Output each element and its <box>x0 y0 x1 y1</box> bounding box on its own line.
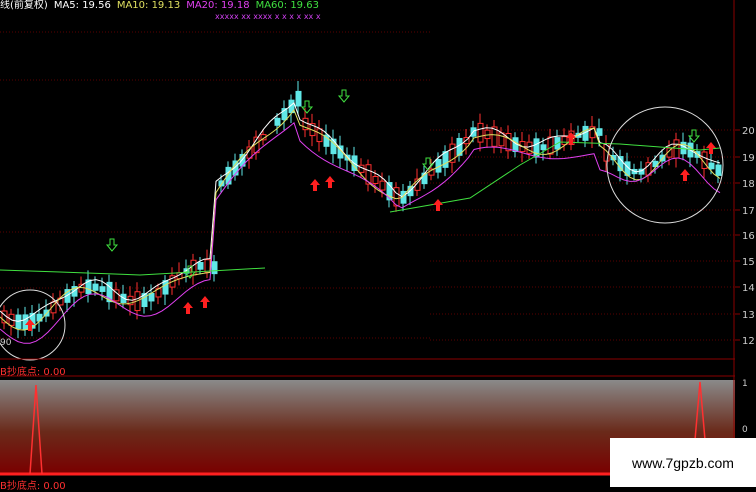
watermark: www.7gpzb.com <box>610 438 756 487</box>
price-tick-label: 15 <box>742 257 755 268</box>
candle-body <box>162 280 169 295</box>
price-tick-label: 14 <box>742 283 755 294</box>
sell-arrow-icon <box>105 238 119 252</box>
candle-body <box>708 162 715 170</box>
price-tick-label: 20 <box>742 126 755 137</box>
candle-body <box>540 144 547 151</box>
candle-body <box>477 122 484 143</box>
price-axis: 20 19 18 17 16 15 14 13 12 <box>735 126 755 347</box>
price-tick-label: 19 <box>742 153 755 164</box>
signal-marker-row: xxxxx xx xxxx x x x x xx x <box>215 12 321 21</box>
candlestick-chart[interactable]: 20 19 18 17 16 15 14 13 12 1 0 <box>0 0 756 487</box>
indicator-axis-0: 0 <box>742 425 748 435</box>
candle-body <box>379 180 386 191</box>
candle-body <box>715 164 722 176</box>
ma60-label: MA60: 19.63 <box>255 0 319 11</box>
candle-body <box>498 132 505 147</box>
buy-arrow-icon <box>183 302 193 314</box>
buy-arrow-icon <box>433 199 443 211</box>
price-tick-label: 16 <box>742 231 755 242</box>
chart-header: 线(前复权) MA5: 19.56 MA10: 19.13 MA20: 19.18 MA… <box>0 0 325 12</box>
candle-body <box>204 259 211 273</box>
price-tick-label: 17 <box>742 206 755 217</box>
price-tick-label: 13 <box>742 310 755 321</box>
price-tick-label: 12 <box>742 336 755 347</box>
buy-arrow-icon <box>325 176 335 188</box>
indicator-bottom-label: B抄底点: 0.00 <box>0 481 66 492</box>
candle-body <box>22 314 29 330</box>
buy-arrow-icon <box>310 179 320 191</box>
price-tick-label: 18 <box>742 179 755 190</box>
candle-body <box>197 262 204 270</box>
ma5-label: MA5: 19.56 <box>53 0 111 11</box>
candle-body <box>372 176 379 184</box>
left-price-label: 90 <box>0 338 12 348</box>
candle-body <box>99 286 106 292</box>
candle-body <box>596 128 603 136</box>
candle-body <box>274 117 281 126</box>
candle-body <box>92 283 99 291</box>
sell-arrow-icon <box>300 100 314 114</box>
ma20-label: MA20: 19.18 <box>186 0 250 11</box>
buy-arrow-icon <box>200 296 210 308</box>
signal-arrows <box>25 89 716 331</box>
candle-body <box>295 90 302 107</box>
chart-title: 线(前复权) <box>0 0 48 11</box>
candle-body <box>547 136 554 155</box>
candle-body <box>673 139 680 159</box>
indicator-label: B抄底点: 0.00 <box>0 367 66 378</box>
buy-arrow-icon <box>680 169 690 181</box>
indicator-axis-1: 1 <box>742 379 748 389</box>
ma60-line <box>0 141 721 276</box>
candle-body <box>316 128 323 143</box>
ma10-label: MA10: 19.13 <box>116 0 181 11</box>
sell-arrow-icon <box>337 89 351 103</box>
candle-body <box>211 261 218 275</box>
